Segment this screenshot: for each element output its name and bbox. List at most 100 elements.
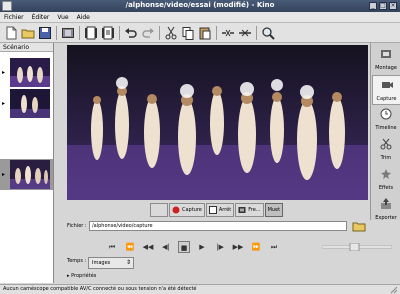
time-label: Temps :	[67, 258, 87, 264]
mode-sidebar: Montage Capture Timeline Trim Effets Exp…	[370, 43, 400, 221]
menu-bar: Fichier Éditer Vue Aide	[0, 12, 400, 23]
scene-thumbnail-2[interactable]: ▸	[0, 88, 53, 119]
stop-button[interactable]: Arrêt	[205, 203, 235, 217]
film-strip-alt-icon[interactable]	[101, 26, 115, 40]
tab-label: Exporter	[375, 215, 397, 221]
position-slider[interactable]	[322, 243, 392, 251]
capture-controls: Capture Arrêt Fre... Muet	[150, 203, 284, 217]
save-icon[interactable]	[38, 26, 52, 40]
copy-icon[interactable]	[181, 26, 195, 40]
time-format-value: Images	[92, 260, 111, 266]
tab-montage[interactable]: Montage	[372, 45, 400, 75]
pause-icon[interactable]: ■	[178, 241, 190, 253]
step-forward-icon[interactable]: |▶	[214, 241, 226, 253]
tab-effets[interactable]: Effets	[372, 165, 400, 195]
tab-label: Montage	[375, 65, 397, 71]
expand-arrow-icon: ▸	[67, 273, 70, 279]
mute-toggle-label: Muet	[267, 207, 281, 213]
next-scene-icon[interactable]: ⏩	[250, 241, 262, 253]
stop-button-label: Arrêt	[218, 207, 232, 213]
tab-timeline[interactable]: Timeline	[372, 105, 400, 135]
file-label: Fichier :	[67, 223, 87, 229]
film-strip-icon[interactable]	[84, 26, 98, 40]
scissors-icon	[380, 138, 392, 150]
tab-label: Capture	[376, 96, 397, 102]
menu-aide[interactable]: Aide	[77, 14, 90, 21]
close-button[interactable]: ×	[389, 2, 397, 10]
capture-blank-button[interactable]	[150, 203, 168, 217]
status-bar: Aucun caméscope compatible AV/C connecté…	[0, 284, 400, 294]
expand-arrow-icon[interactable]: ▸	[2, 100, 5, 107]
expand-arrow-icon[interactable]: ▸	[2, 171, 5, 178]
step-back-icon[interactable]: ◀|	[160, 241, 172, 253]
effects-icon	[381, 169, 391, 179]
fast-forward-icon[interactable]: ▶▶	[232, 241, 244, 253]
frame-button[interactable]: Fre...	[235, 203, 264, 217]
tab-exporter[interactable]: Exporter	[372, 195, 400, 225]
toolbar-separator	[256, 26, 257, 40]
toolbar-separator	[216, 26, 217, 40]
minimize-button[interactable]: _	[369, 2, 377, 10]
properties-expander[interactable]: ▸ Propriétés	[67, 273, 96, 279]
film-edit-icon	[381, 50, 391, 58]
menu-fichier[interactable]: Fichier	[4, 14, 24, 21]
export-icon	[381, 198, 391, 209]
chevron-updown-icon: ⇕	[125, 259, 131, 266]
tab-label: Effets	[378, 185, 394, 191]
resize-grip-icon[interactable]	[390, 286, 398, 294]
go-to-end-icon[interactable]: ⏭	[268, 241, 280, 253]
open-folder-icon[interactable]	[21, 26, 35, 40]
rewind-icon[interactable]: ◀◀	[142, 241, 154, 253]
capture-button-label: Capture	[182, 207, 202, 213]
tab-label: Trim	[380, 155, 392, 161]
go-to-start-icon[interactable]: ⏮	[106, 241, 118, 253]
scene-thumbnail-1[interactable]: ▸	[0, 57, 53, 88]
stop-icon	[208, 206, 217, 214]
split-scene-icon[interactable]	[221, 26, 235, 40]
zoom-icon[interactable]	[261, 26, 275, 40]
new-file-icon[interactable]	[4, 26, 18, 40]
frame-button-label: Fre...	[248, 207, 261, 213]
scene-thumbnail-image	[10, 58, 50, 87]
transport-controls: ⏮ ⏪ ◀◀ ◀| ■ ▶ |▶ ▶▶ ⏩ ⏭	[100, 240, 360, 254]
cut-icon[interactable]	[164, 26, 178, 40]
toolbar	[0, 23, 400, 43]
toolbar-separator	[79, 26, 80, 40]
menu-vue[interactable]: Vue	[57, 14, 68, 21]
save-frame-icon[interactable]	[61, 26, 75, 40]
scenario-panel: Scénario ▸ ▸ ▸	[0, 43, 54, 283]
record-icon	[172, 206, 180, 214]
redo-icon[interactable]	[141, 26, 155, 40]
properties-label: Propriétés	[71, 273, 97, 279]
window-title: /alphonse/video/essai (modifié) - Kino	[125, 1, 275, 9]
paste-icon[interactable]	[198, 26, 212, 40]
time-format-select[interactable]: Images ⇕	[88, 257, 134, 269]
previous-scene-icon[interactable]: ⏪	[124, 241, 136, 253]
toolbar-separator	[159, 26, 160, 40]
frame-icon	[238, 207, 246, 213]
toolbar-separator	[56, 26, 57, 40]
mute-toggle[interactable]: Muet	[264, 203, 284, 217]
play-icon[interactable]: ▶	[196, 241, 208, 253]
capture-button[interactable]: Capture	[169, 203, 205, 217]
camera-icon	[382, 82, 393, 88]
file-path-field[interactable]: /alphonse/video/capture	[89, 221, 347, 231]
tab-label: Timeline	[375, 125, 397, 131]
toolbar-separator	[119, 26, 120, 40]
scene-thumbnail-3[interactable]: ▸	[0, 159, 53, 190]
scene-thumbnail-image	[10, 160, 50, 189]
video-preview[interactable]	[67, 45, 368, 200]
join-scenes-icon[interactable]	[238, 26, 252, 40]
undo-icon[interactable]	[124, 26, 138, 40]
maximize-button[interactable]: □	[379, 2, 387, 10]
browse-folder-icon[interactable]	[352, 220, 366, 232]
tab-capture[interactable]: Capture	[372, 75, 400, 105]
title-bar: /alphonse/video/essai (modifié) - Kino _…	[0, 0, 400, 12]
status-message: Aucun caméscope compatible AV/C connecté…	[3, 286, 197, 292]
menu-editer[interactable]: Éditer	[32, 14, 50, 21]
scene-thumbnail-image	[10, 89, 50, 118]
scenario-header: Scénario	[0, 43, 53, 52]
tab-trim[interactable]: Trim	[372, 135, 400, 165]
clock-icon	[380, 108, 392, 120]
expand-arrow-icon[interactable]: ▸	[2, 69, 5, 76]
